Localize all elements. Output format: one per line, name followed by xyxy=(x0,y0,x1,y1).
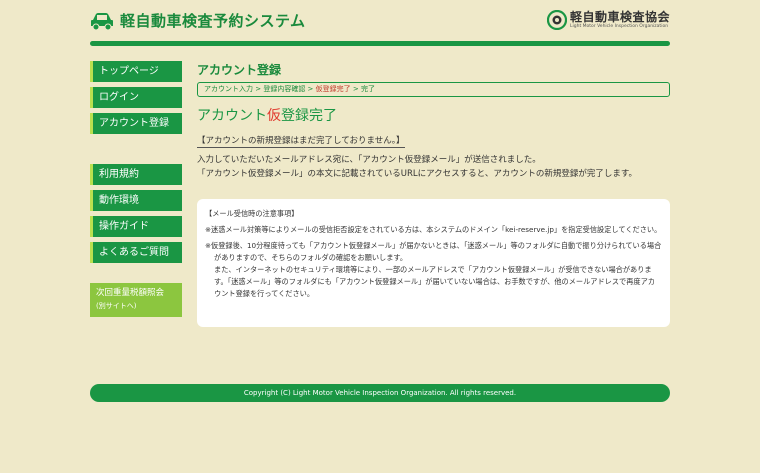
site-title[interactable]: 軽自動車検査予約システム xyxy=(90,10,306,31)
site-title-text: 軽自動車検査予約システム xyxy=(120,12,306,30)
sidebar: トップページ ログイン アカウント登録 利用規約 動作環境 操作ガイド よくある… xyxy=(90,61,182,317)
main-content: アカウント登録 アカウント入力 > 登録内容確認 > 仮登録完了 > 完了 アカ… xyxy=(197,61,670,327)
email-notice-paragraph-2: ※仮登録後、10分程度待っても「アカウント仮登録メール」が届かないときは、「迷惑… xyxy=(205,241,662,262)
breadcrumb-step-account-input: アカウント入力 xyxy=(204,85,253,93)
page-title: アカウント登録 xyxy=(197,63,282,77)
status-heading-pre: アカウント xyxy=(197,108,267,124)
car-icon xyxy=(91,12,113,30)
breadcrumb-step-provisional-complete: 仮登録完了 xyxy=(315,85,351,93)
tax-inquiry-link[interactable]: 次回重量税額照会 (別サイトへ) xyxy=(90,283,182,317)
registration-notice: 【アカウントの新規登録はまだ完了しておりません。】 xyxy=(197,136,405,148)
email-notice-paragraph-3: また、インターネットのセキュリティ環境等により、一部のメールアドレスで「アカウン… xyxy=(214,265,655,298)
header: 軽自動車検査予約システム 軽自動車検査協会 Light Motor Vehicl… xyxy=(90,10,670,44)
email-notice-paragraph-1: ※迷惑メール対策等によりメールの受信拒否設定をされている方は、本システムのドメイ… xyxy=(205,225,662,234)
org-logo[interactable]: 軽自動車検査協会 Light Motor Vehicle Inspection … xyxy=(546,10,670,30)
sidebar-item-user-guide[interactable]: 操作ガイド xyxy=(90,216,182,237)
email-notice-title: 【メール受信時の注意事項】 xyxy=(205,209,299,218)
breadcrumb-step-complete: 完了 xyxy=(360,85,375,93)
sidebar-item-login[interactable]: ログイン xyxy=(90,87,182,108)
email-notice-box: 【メール受信時の注意事項】 ※迷惑メール対策等によりメールの受信拒否設定をされて… xyxy=(197,199,670,327)
breadcrumb-separator: > xyxy=(253,85,264,93)
tax-inquiry-sub: (別サイトへ) xyxy=(96,302,137,310)
org-name: 軽自動車検査協会 xyxy=(569,10,670,24)
status-heading: アカウント仮登録完了 xyxy=(197,105,670,127)
org-logo-icon xyxy=(546,10,567,30)
tax-inquiry-label: 次回重量税額照会 xyxy=(96,288,165,298)
sidebar-item-account-registration[interactable]: アカウント登録 xyxy=(90,113,182,134)
status-heading-provisional: 仮 xyxy=(267,108,281,124)
status-heading-post: 登録完了 xyxy=(281,108,337,124)
body-message-line-1: 入力していただいたメールアドレス宛に、「アカウント仮登録メール」が送信されました… xyxy=(197,155,541,165)
org-subtitle: Light Motor Vehicle Inspection Organizat… xyxy=(569,24,669,29)
breadcrumb-separator: > xyxy=(305,85,316,93)
body-message-line-2: 「アカウント仮登録メール」の本文に記載されているURLにアクセスすると、アカウン… xyxy=(197,169,637,179)
sidebar-item-system-requirements[interactable]: 動作環境 xyxy=(90,190,182,211)
breadcrumb-step-confirm: 登録内容確認 xyxy=(263,85,306,93)
body-message: 入力していただいたメールアドレス宛に、「アカウント仮登録メール」が送信されました… xyxy=(197,153,670,181)
header-divider xyxy=(90,41,670,46)
sidebar-item-faq[interactable]: よくあるご質問 xyxy=(90,242,182,263)
breadcrumb: アカウント入力 > 登録内容確認 > 仮登録完了 > 完了 xyxy=(197,82,670,97)
breadcrumb-separator: > xyxy=(350,85,361,93)
footer-copyright: Copyright (C) Light Motor Vehicle Inspec… xyxy=(90,384,670,402)
sidebar-item-top-page[interactable]: トップページ xyxy=(90,61,182,82)
sidebar-item-terms-of-use[interactable]: 利用規約 xyxy=(90,164,182,185)
